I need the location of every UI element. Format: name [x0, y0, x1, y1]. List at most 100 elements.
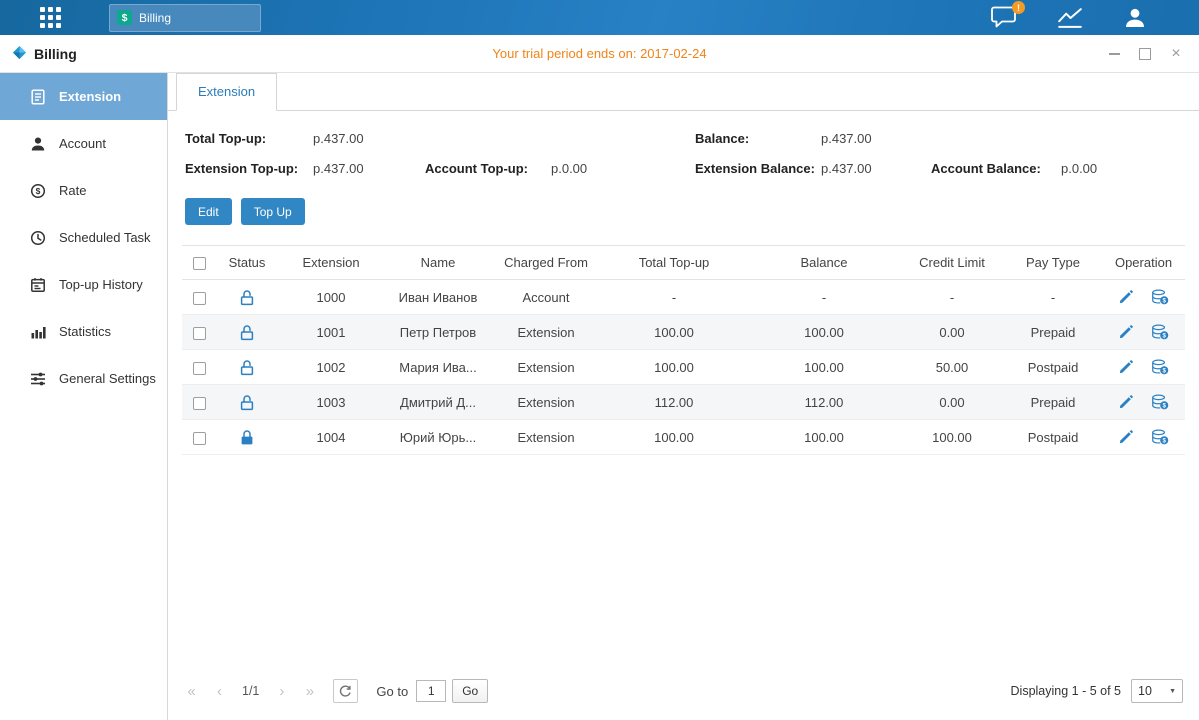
table-row: 1004 Юрий Юрь... Extension 100.00 100.00…	[182, 420, 1185, 455]
sidebar-item-extension[interactable]: Extension	[0, 73, 167, 120]
cell-credit-limit: 0.00	[900, 385, 1004, 420]
cell-pay-type: Prepaid	[1004, 315, 1102, 350]
row-checkbox[interactable]	[193, 292, 206, 305]
row-checkbox[interactable]	[193, 397, 206, 410]
page-indicator: 1/1	[242, 684, 259, 698]
cell-pay-type: Postpaid	[1004, 350, 1102, 385]
table-row: 1000 Иван Иванов Account - - - - $	[182, 280, 1185, 315]
refresh-icon	[339, 685, 352, 698]
minimize-button[interactable]	[1107, 47, 1121, 61]
cell-extension: 1000	[278, 280, 384, 315]
sidebar-item-label: Scheduled Task	[59, 230, 151, 245]
sidebar-item-label: Statistics	[59, 324, 111, 339]
unlock-icon	[240, 359, 254, 376]
topup-coins-icon[interactable]: $	[1151, 429, 1169, 445]
taskbar-billing-tab[interactable]: $ Billing	[109, 4, 261, 32]
edit-button[interactable]: Edit	[185, 198, 232, 225]
sidebar-item-topup-history[interactable]: Top-up History	[0, 261, 167, 308]
last-page-button[interactable]: »	[302, 683, 317, 700]
top-up-button[interactable]: Top Up	[241, 198, 305, 225]
edit-pencil-icon[interactable]	[1119, 395, 1133, 409]
total-topup-value: p.437.00	[313, 131, 425, 146]
tab-extension[interactable]: Extension	[176, 73, 277, 111]
caret-down-icon: ▼	[1169, 688, 1176, 695]
svg-text:$: $	[1162, 438, 1166, 445]
billing-app-icon	[12, 45, 27, 63]
pagination-right: Displaying 1 - 5 of 5 10 ▼	[1011, 679, 1183, 703]
first-page-button[interactable]: «	[184, 683, 199, 700]
app-body: Extension Account $ Rate Scheduled Ta	[0, 73, 1199, 720]
main-content: Extension Total Top-up: p.437.00 Balance…	[168, 73, 1199, 720]
go-button[interactable]: Go	[452, 679, 488, 703]
user-icon[interactable]	[1123, 6, 1147, 30]
row-checkbox[interactable]	[193, 327, 206, 340]
cell-balance: 100.00	[748, 350, 900, 385]
window-title: Billing	[34, 46, 77, 62]
col-name: Name	[384, 246, 492, 280]
messages-icon[interactable]: !	[990, 6, 1017, 29]
cell-pay-type: -	[1004, 280, 1102, 315]
row-checkbox[interactable]	[193, 362, 206, 375]
pagination-bar: « ‹ 1/1 › » Go to Go Displaying 1 - 5 of	[168, 668, 1199, 714]
close-button[interactable]: ×	[1169, 47, 1183, 61]
trial-notice: Your trial period ends on: 2017-02-24	[0, 46, 1199, 61]
topup-coins-icon[interactable]: $	[1151, 324, 1169, 340]
maximize-button[interactable]	[1138, 47, 1152, 61]
window-controls: ×	[1107, 47, 1199, 61]
edit-pencil-icon[interactable]	[1119, 325, 1133, 339]
cell-balance: 100.00	[748, 315, 900, 350]
tab-strip: Extension	[168, 73, 1199, 111]
cell-name: Иван Иванов	[384, 280, 492, 315]
cell-name: Петр Петров	[384, 315, 492, 350]
sidebar-item-rate[interactable]: $ Rate	[0, 167, 167, 214]
topup-coins-icon[interactable]: $	[1151, 359, 1169, 375]
topup-coins-icon[interactable]: $	[1151, 289, 1169, 305]
cell-balance: 112.00	[748, 385, 900, 420]
cell-extension: 1004	[278, 420, 384, 455]
clock-icon	[30, 230, 46, 246]
row-checkbox[interactable]	[193, 432, 206, 445]
cell-name: Мария Ива...	[384, 350, 492, 385]
select-all-checkbox[interactable]	[193, 257, 206, 270]
cell-charged-from: Extension	[492, 315, 600, 350]
cell-charged-from: Extension	[492, 420, 600, 455]
sidebar-item-scheduled-task[interactable]: Scheduled Task	[0, 214, 167, 261]
col-balance: Balance	[748, 246, 900, 280]
svg-text:$: $	[1162, 403, 1166, 410]
goto-page-input[interactable]	[416, 680, 446, 702]
extension-table: Status Extension Name Charged From Total…	[182, 245, 1185, 455]
balance-label: Balance:	[695, 131, 821, 146]
cell-extension: 1003	[278, 385, 384, 420]
sidebar-item-statistics[interactable]: Statistics	[0, 308, 167, 355]
edit-pencil-icon[interactable]	[1119, 290, 1133, 304]
table-row: 1003 Дмитрий Д... Extension 112.00 112.0…	[182, 385, 1185, 420]
col-charged-from: Charged From	[492, 246, 600, 280]
sliders-icon	[30, 371, 46, 387]
refresh-button[interactable]	[333, 679, 358, 703]
cell-pay-type: Postpaid	[1004, 420, 1102, 455]
topup-coins-icon[interactable]: $	[1151, 394, 1169, 410]
edit-pencil-icon[interactable]	[1119, 360, 1133, 374]
action-buttons: Edit Top Up	[168, 176, 1199, 225]
next-page-button[interactable]: ›	[274, 683, 289, 700]
unlock-icon	[240, 394, 254, 411]
col-total-topup: Total Top-up	[600, 246, 748, 280]
cell-credit-limit: -	[900, 280, 1004, 315]
cell-credit-limit: 100.00	[900, 420, 1004, 455]
window-titlebar: Billing Your trial period ends on: 2017-…	[0, 35, 1199, 73]
apps-grid-icon[interactable]	[38, 5, 63, 30]
goto-label: Go to	[376, 684, 408, 699]
lock-icon	[240, 429, 254, 446]
sidebar-item-label: General Settings	[59, 371, 156, 386]
sidebar: Extension Account $ Rate Scheduled Ta	[0, 73, 168, 720]
prev-page-button[interactable]: ‹	[212, 683, 227, 700]
page-size-select[interactable]: 10 ▼	[1131, 679, 1183, 703]
extension-topup-label: Extension Top-up:	[185, 161, 313, 176]
account-topup-label: Account Top-up:	[425, 161, 551, 176]
svg-text:$: $	[1162, 368, 1166, 375]
edit-pencil-icon[interactable]	[1119, 430, 1133, 444]
sidebar-item-account[interactable]: Account	[0, 120, 167, 167]
sidebar-item-general-settings[interactable]: General Settings	[0, 355, 167, 402]
cell-total-topup: 100.00	[600, 315, 748, 350]
line-chart-icon[interactable]	[1057, 7, 1083, 29]
